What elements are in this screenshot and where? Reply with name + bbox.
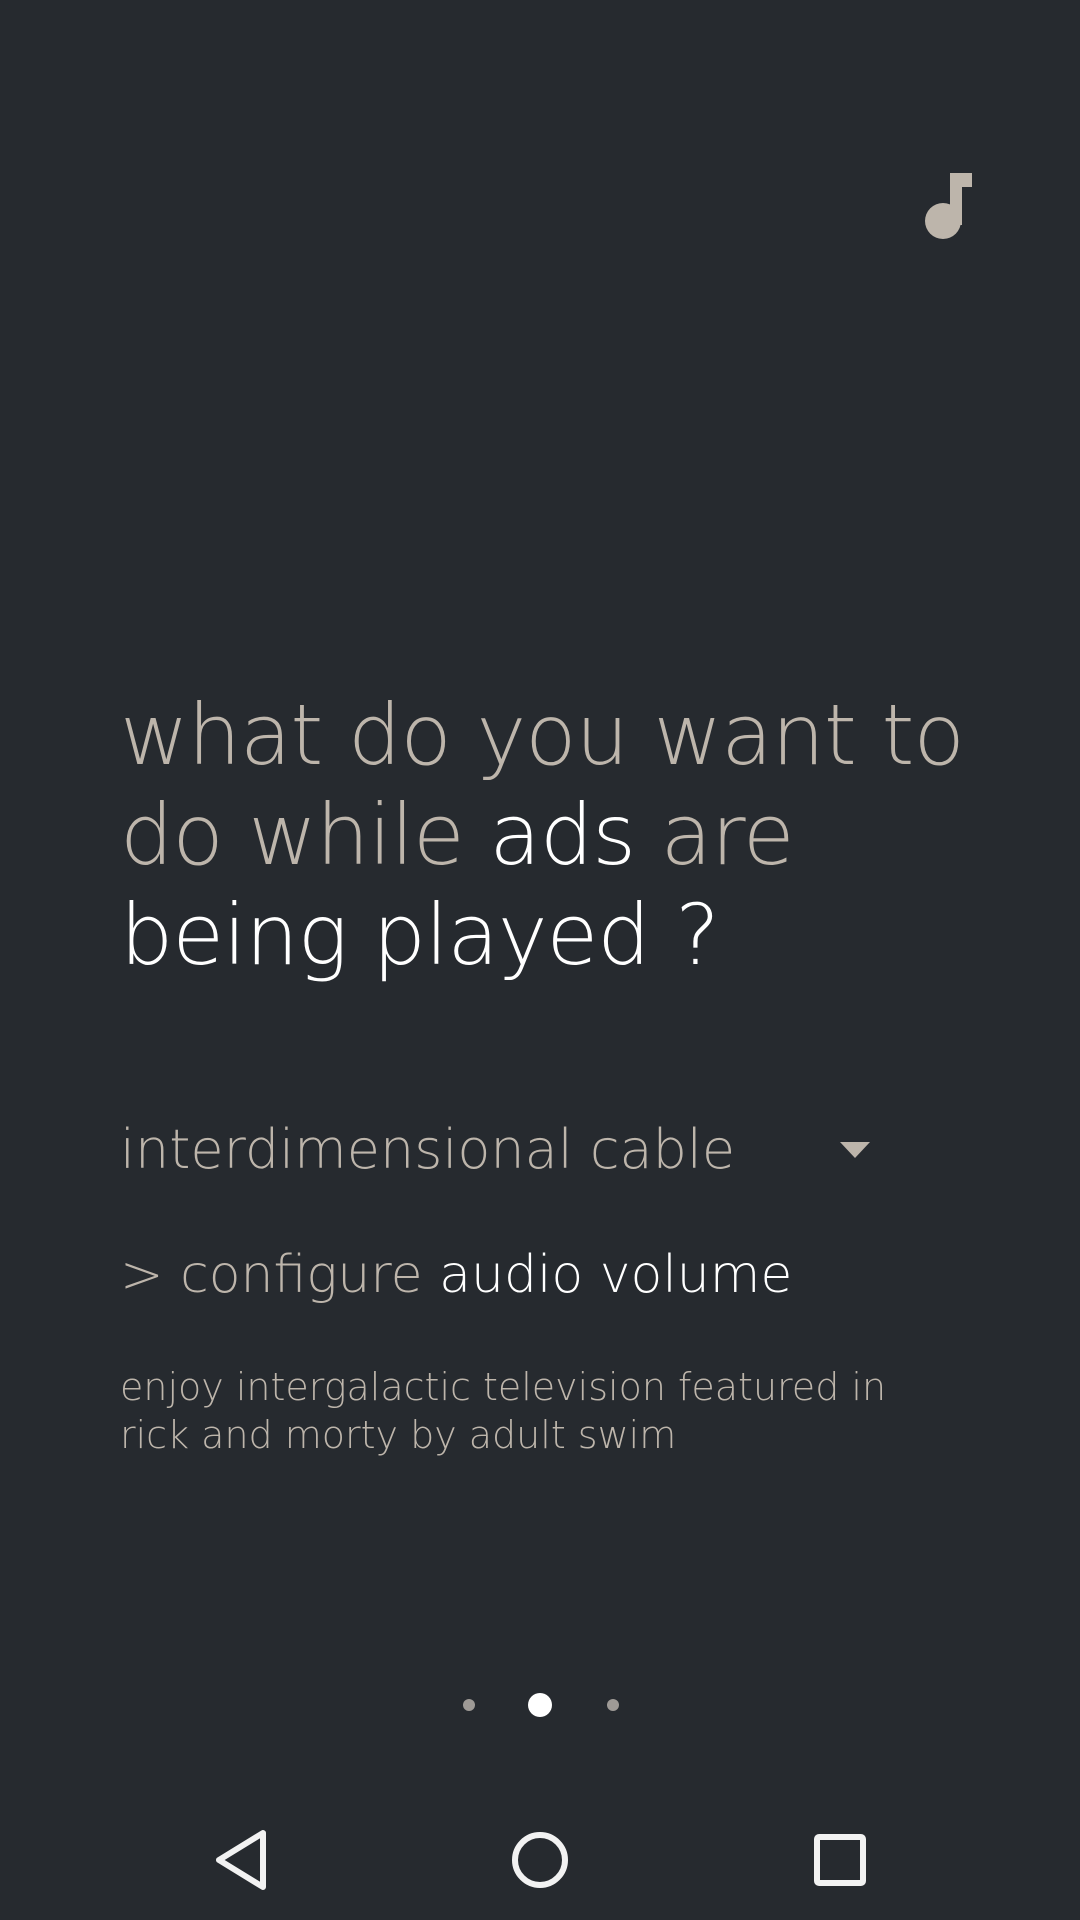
nav-back-button[interactable] <box>197 1815 287 1905</box>
mode-dropdown[interactable]: interdimensional cable <box>120 1115 870 1195</box>
mode-description: enjoy intergalactic television featured … <box>120 1365 887 1457</box>
page-dot-3 <box>607 1699 619 1711</box>
mode-dropdown-value: interdimensional cable <box>120 1118 736 1181</box>
music-note-icon <box>925 173 972 239</box>
music-button[interactable] <box>915 165 975 245</box>
headline-part-2: ads <box>489 786 636 884</box>
nav-back-icon <box>216 1830 266 1890</box>
page-dot-2-active <box>528 1693 552 1717</box>
configure-audio-volume-link[interactable]: > configure audio volume <box>120 1240 792 1310</box>
page-indicator <box>0 1690 1080 1720</box>
headline-part-4: being played ? <box>120 886 720 984</box>
configure-prefix: > configure <box>120 1245 440 1305</box>
system-nav-bar <box>0 1800 1080 1920</box>
nav-recents-button[interactable] <box>795 1815 885 1905</box>
nav-home-icon <box>512 1832 568 1888</box>
nav-home-button[interactable] <box>495 1815 585 1905</box>
page-dot-1 <box>463 1699 475 1711</box>
headline-part-3: are <box>634 786 795 884</box>
headline: what do you want to do while ads are bei… <box>120 685 1000 985</box>
configure-target: audio volume <box>439 1245 793 1305</box>
triangle-down-icon <box>840 1142 870 1158</box>
nav-recents-icon <box>814 1834 866 1886</box>
